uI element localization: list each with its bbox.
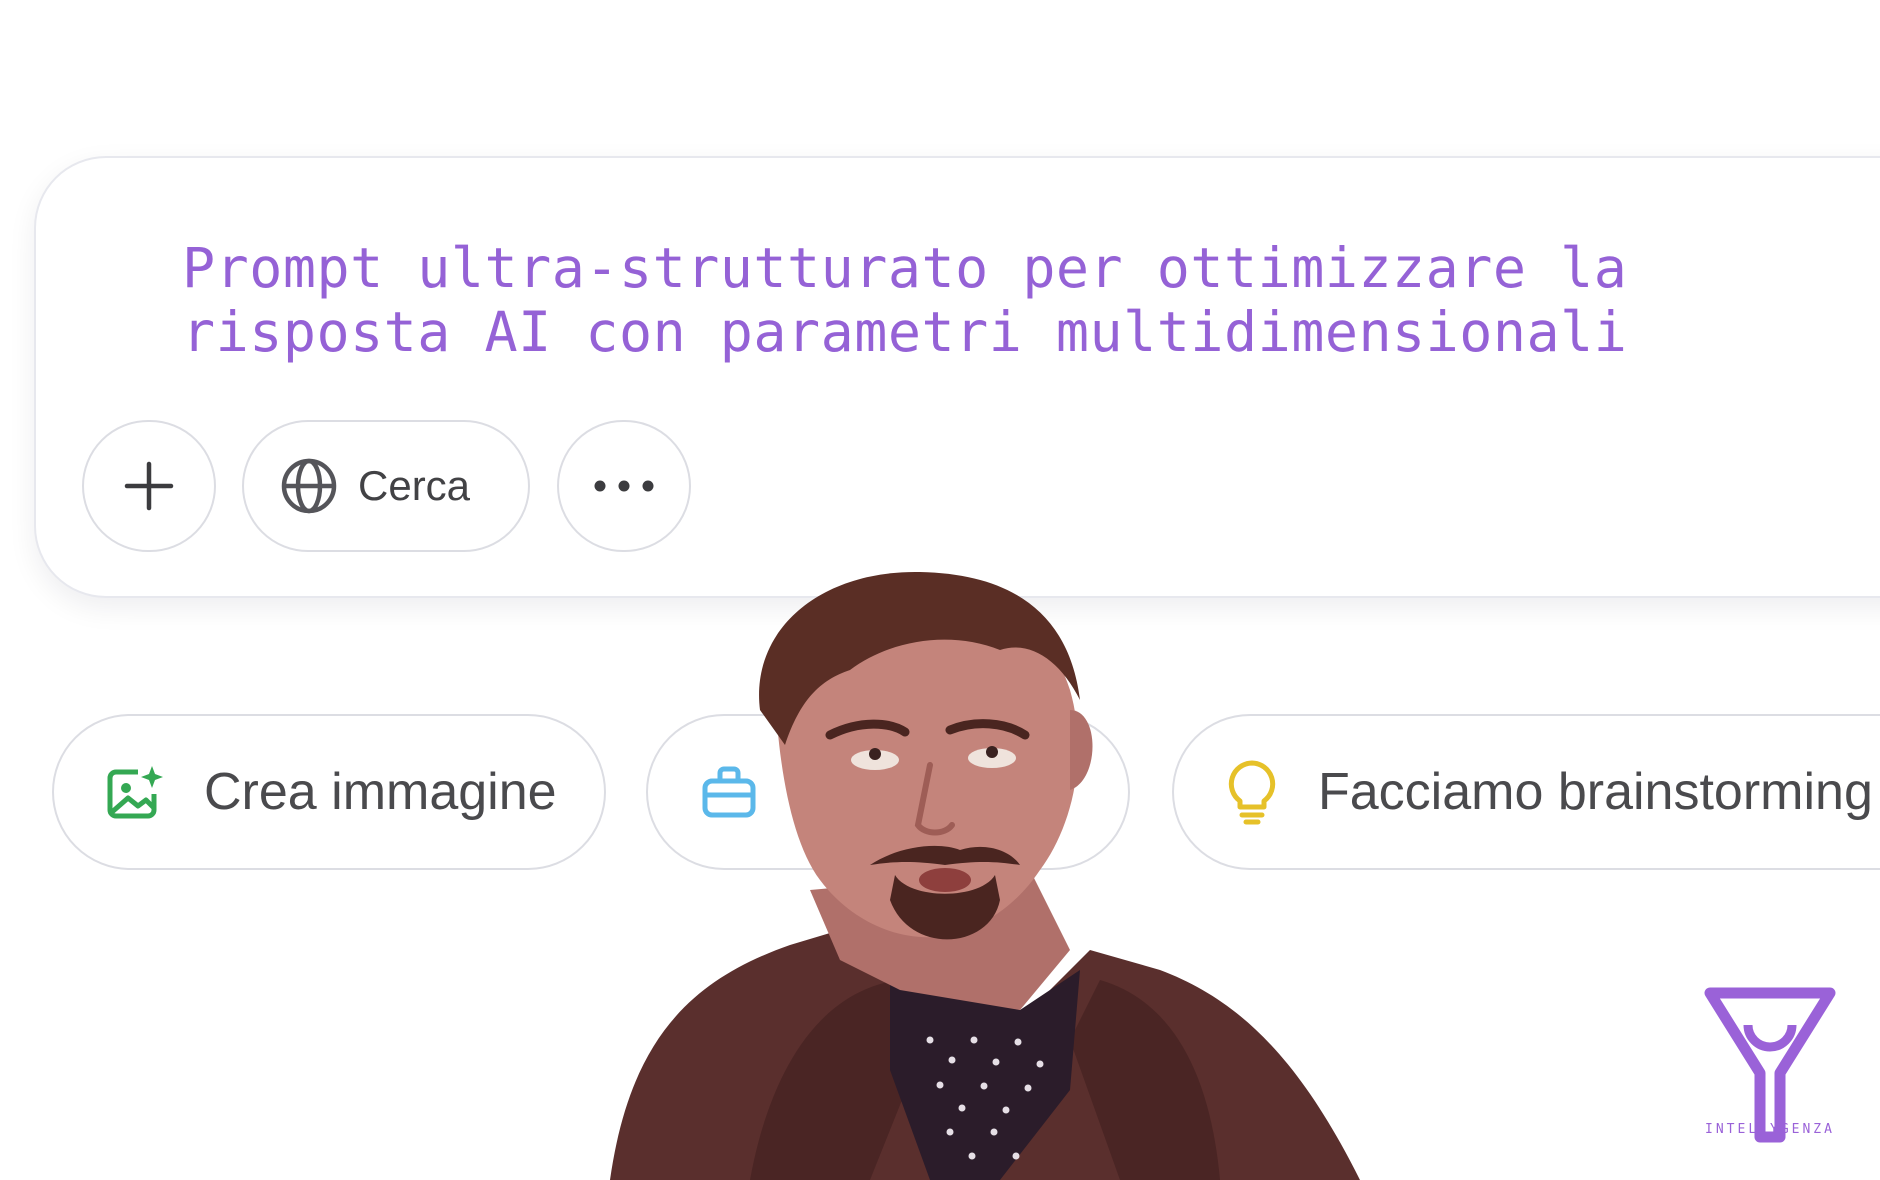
search-button[interactable]: Cerca <box>242 420 530 552</box>
globe-icon <box>281 458 337 514</box>
add-attachment-button[interactable] <box>82 420 216 552</box>
plus-icon <box>124 461 174 511</box>
suggestion-create-image-label: Crea immagine <box>204 763 557 821</box>
suggestion-brainstorming-label: Facciamo brainstorming <box>1318 763 1873 821</box>
screen: Prompt ultra-strutturato per ottimizzare… <box>0 0 1880 1180</box>
brand-wordmark: INTELLYGENZA <box>1705 1122 1835 1137</box>
suggestion-create-image[interactable]: Crea immagine <box>52 714 606 870</box>
ellipsis-icon <box>594 480 654 492</box>
prompt-input-text[interactable]: Prompt ultra-strutturato per ottimizzare… <box>182 236 1722 364</box>
person-illustration <box>610 571 1360 1180</box>
search-button-label: Cerca <box>358 462 471 509</box>
image-sparkle-icon <box>107 766 163 819</box>
y-funnel-logo <box>1704 987 1836 1143</box>
more-options-button[interactable] <box>557 420 691 552</box>
